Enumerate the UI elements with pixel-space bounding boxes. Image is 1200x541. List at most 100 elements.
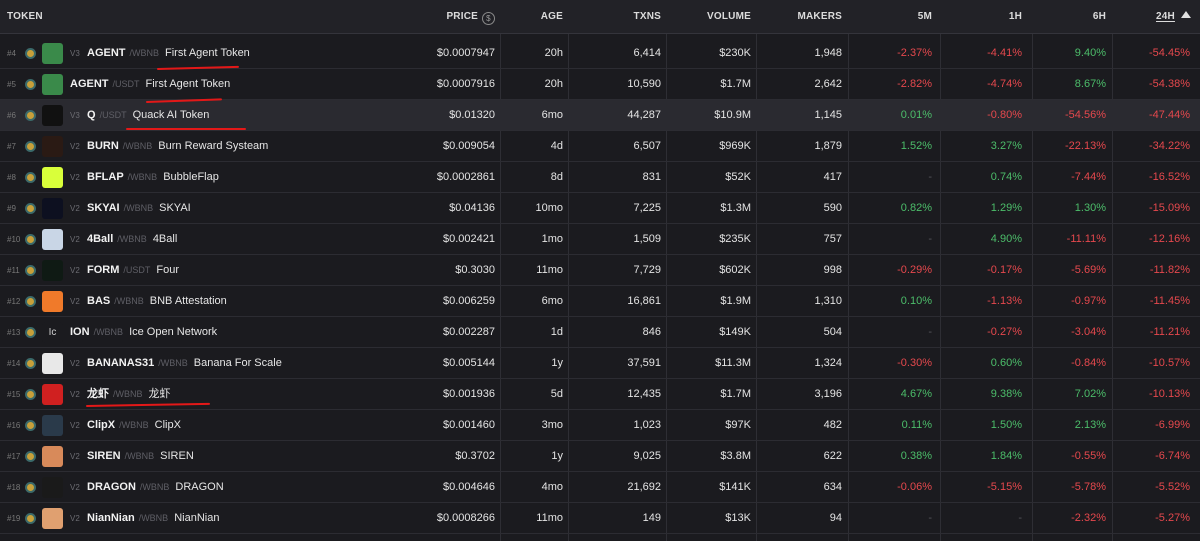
- header-1h[interactable]: 1H: [940, 0, 1022, 34]
- cell-makers: 3,196: [814, 388, 842, 400]
- cell-price: $0.006259: [443, 295, 495, 307]
- token-identity[interactable]: AGENT/WBNB First Agent Token: [87, 38, 250, 69]
- header-24h[interactable]: 24H: [1156, 0, 1191, 34]
- cell-h24: -11.45%: [1149, 295, 1190, 307]
- cell-h1: 1.29%: [990, 202, 1022, 214]
- token-symbol: SKYAI: [87, 202, 120, 214]
- token-identity[interactable]: BANANAS31/WBNB Banana For Scale: [87, 348, 282, 379]
- header-5m[interactable]: 5M: [848, 0, 932, 34]
- header-volume[interactable]: VOLUME: [666, 0, 751, 34]
- quack-logo-icon: [42, 105, 63, 126]
- cell-h1: 4.90%: [990, 233, 1022, 245]
- cell-price: $0.002287: [443, 326, 495, 338]
- cell-txns: 16,861: [627, 295, 661, 307]
- token-table-screen: TOKEN PRICE $ AGE TXNS VOLUME MAKERS 5M 1…: [0, 0, 1200, 541]
- header-token[interactable]: TOKEN: [7, 0, 43, 34]
- token-identity[interactable]: ClipX/WBNB ClipX: [87, 410, 181, 441]
- token-identity[interactable]: ION/WBNB Ice Open Network: [70, 317, 217, 348]
- cell-m5: 4.67%: [900, 388, 932, 400]
- token-identity[interactable]: Q/USDT Quack AI Token: [87, 100, 209, 131]
- table-row[interactable]: #6 V3 Q/USDT Quack AI Token $0.01320 6mo 44,28…: [0, 100, 1200, 131]
- quote-pair: /USDT: [99, 110, 127, 120]
- token-identity[interactable]: BFLAP/WBNB BubbleFlap: [87, 162, 219, 193]
- cell-h1: 1.50%: [990, 419, 1022, 431]
- header-6h[interactable]: 6H: [1032, 0, 1106, 34]
- token-name: 龙虾: [148, 388, 171, 400]
- token-name: First Agent Token: [165, 47, 250, 59]
- token-symbol: BANANAS31: [87, 357, 155, 369]
- dex-version-badge: V2: [70, 297, 80, 306]
- table-row[interactable]: #9 V2 SKYAI/WBNB SKYAI $0.04136 10mo 7,225 $1.3…: [0, 193, 1200, 224]
- cell-h1: -1.13%: [987, 295, 1022, 307]
- header-makers[interactable]: MAKERS: [756, 0, 842, 34]
- dollar-icon[interactable]: $: [482, 12, 495, 25]
- table-row[interactable]: #4 V3 AGENT/WBNB First Agent Token $0.000794…: [0, 38, 1200, 69]
- table-row[interactable]: #13 Ic ION/WBNB Ice Open Network $0.002287 1d…: [0, 317, 1200, 348]
- cell-price: $0.005144: [443, 357, 495, 369]
- cell-volume: $13K: [725, 512, 751, 524]
- token-symbol: BURN: [87, 140, 119, 152]
- table-row[interactable]: #11 V2 FORM/USDT Four $0.3030 11mo 7,729 $602K 9…: [0, 255, 1200, 286]
- table-row[interactable]: #8 V2 BFLAP/WBNB BubbleFlap $0.0002861 8d 831 $…: [0, 162, 1200, 193]
- siren-logo-icon: [42, 446, 63, 467]
- token-identity[interactable]: SKYAI/WBNB SKYAI: [87, 193, 191, 224]
- cell-h6: 1.30%: [1074, 202, 1106, 214]
- cell-txns: 1,023: [633, 419, 661, 431]
- token-identity[interactable]: BURN/WBNB Burn Reward Systeam: [87, 131, 268, 162]
- token-symbol: SIREN: [87, 450, 121, 462]
- header-txns[interactable]: TXNS: [568, 0, 661, 34]
- token-name: Four: [156, 264, 180, 276]
- header-price[interactable]: PRICE $: [420, 0, 495, 34]
- dex-version-badge: V2: [70, 390, 80, 399]
- cell-h6: -5.69%: [1071, 264, 1106, 276]
- token-name: SIREN: [160, 450, 194, 462]
- token-identity[interactable]: NianNian/WBNB NianNian: [87, 503, 219, 534]
- bnb-chain-icon: [25, 327, 36, 338]
- token-identity[interactable]: BAS/WBNB BNB Attestation: [87, 286, 227, 317]
- cell-h24: -15.09%: [1149, 202, 1190, 214]
- cell-h1: -0.27%: [987, 326, 1022, 338]
- token-symbol: AGENT: [70, 78, 109, 90]
- token-identity[interactable]: FORM/USDT Four: [87, 255, 179, 286]
- table-row[interactable]: #7 V2 BURN/WBNB Burn Reward Systeam $0.00905…: [0, 131, 1200, 162]
- cell-price: $0.3030: [455, 264, 495, 276]
- token-identity[interactable]: DRAGON/WBNB DRAGON: [87, 472, 224, 503]
- bnb-chain-icon: [25, 203, 36, 214]
- cell-h6: -2.32%: [1071, 512, 1106, 524]
- cell-h24: -34.22%: [1149, 140, 1190, 152]
- cell-makers: 1,310: [814, 295, 842, 307]
- dex-version-badge: V2: [70, 266, 80, 275]
- banana-logo-icon: [42, 353, 63, 374]
- table-row[interactable]: #10 V2 4Ball/WBNB 4Ball $0.002421 1mo 1,509 $23…: [0, 224, 1200, 255]
- cell-age: 3mo: [541, 419, 563, 431]
- token-name: 4Ball: [152, 233, 178, 245]
- table-row[interactable]: #5 AGENT/USDT First Agent Token $0.0007916 2…: [0, 69, 1200, 100]
- cell-makers: 634: [823, 481, 842, 493]
- cell-h6: 2.13%: [1074, 419, 1106, 431]
- cell-price: $0.04136: [449, 202, 495, 214]
- cell-m5: -: [928, 233, 932, 245]
- form-logo-icon: [42, 260, 63, 281]
- row-rank: #18: [7, 483, 21, 492]
- token-identity[interactable]: 4Ball/WBNB 4Ball: [87, 224, 177, 255]
- token-identity[interactable]: SIREN/WBNB SIREN: [87, 441, 194, 472]
- table-row[interactable]: #16 V2 ClipX/WBNB ClipX $0.001460 3mo 1,023 $97…: [0, 410, 1200, 441]
- table-row[interactable]: #18 V2 DRAGON/WBNB DRAGON $0.004646 4mo 21,692…: [0, 472, 1200, 503]
- bnb-chain-icon: [25, 420, 36, 431]
- header-age[interactable]: AGE: [500, 0, 563, 34]
- cell-h24: -10.13%: [1149, 388, 1190, 400]
- cell-m5: 0.11%: [901, 419, 932, 431]
- cell-h6: -7.44%: [1071, 171, 1106, 183]
- table-row[interactable]: #14 V2 BANANAS31/WBNB Banana For Scale $0.00…: [0, 348, 1200, 379]
- table-row[interactable]: #19 V2 NianNian/WBNB NianNian $0.0008266 11mo…: [0, 503, 1200, 534]
- cell-h24: -6.99%: [1155, 419, 1190, 431]
- cell-age: 6mo: [541, 295, 563, 307]
- table-row[interactable]: #17 V2 SIREN/WBNB SIREN $0.3702 1y 9,025 $3.8M 6…: [0, 441, 1200, 472]
- token-name: BNB Attestation: [149, 295, 227, 307]
- row-rank: #13: [7, 328, 21, 337]
- cell-makers: 1,879: [814, 140, 842, 152]
- agent-logo-icon: [42, 74, 63, 95]
- cell-h1: 3.27%: [990, 140, 1022, 152]
- token-identity[interactable]: AGENT/USDT First Agent Token: [70, 69, 230, 100]
- table-row[interactable]: #12 V2 BAS/WBNB BNB Attestation $0.006259 6mo…: [0, 286, 1200, 317]
